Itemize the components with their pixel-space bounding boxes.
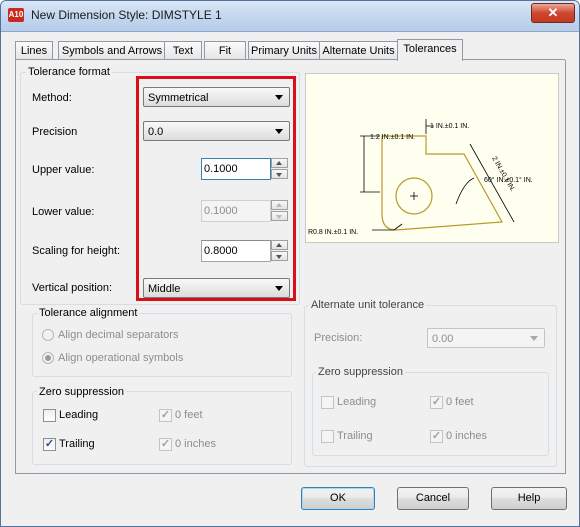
alt-zero-suppression-group <box>312 372 549 456</box>
tab-fit[interactable]: Fit <box>204 41 246 60</box>
tab-tolerances[interactable]: Tolerances <box>397 39 463 61</box>
lower-value-increment[interactable] <box>271 200 288 210</box>
method-dropdown[interactable]: Symmetrical <box>143 87 290 107</box>
title-bar[interactable]: A10 New Dimension Style: DIMSTYLE 1 ✕ <box>1 1 579 32</box>
tolerance-alignment-title: Tolerance alignment <box>37 307 140 319</box>
scaling-height-decrement[interactable] <box>271 251 288 261</box>
align-decimal-radio[interactable] <box>42 329 54 341</box>
zero-suppression-group <box>32 391 292 465</box>
zero-suppression-title: Zero suppression <box>37 386 126 398</box>
zero-feet-checkbox[interactable]: ✓ <box>159 409 172 422</box>
alt-trailing-label: Trailing <box>337 430 373 442</box>
cancel-button[interactable]: Cancel <box>397 487 469 510</box>
tab-lines[interactable]: Lines <box>15 41 53 60</box>
preview-drawing: 1 IN.±0.1 IN. 1.2 IN.±0.1 IN. 2 IN.±0.1 … <box>308 119 533 236</box>
alt-zero-inches-checkbox[interactable]: ✓ <box>430 430 443 443</box>
leading-label: Leading <box>59 409 99 421</box>
tab-primary-units[interactable]: Primary Units <box>248 41 320 60</box>
alt-precision-label: Precision: <box>314 332 363 344</box>
lower-value-input[interactable]: 0.1000 <box>201 200 271 222</box>
upper-value-increment[interactable] <box>271 158 288 168</box>
vertical-position-value: Middle <box>148 283 181 295</box>
chevron-down-icon <box>275 129 283 134</box>
close-button[interactable]: ✕ <box>531 3 575 23</box>
alt-leading-label: Leading <box>337 396 377 408</box>
zero-inches-checkbox[interactable]: ✓ <box>159 438 172 451</box>
lower-value-decrement[interactable] <box>271 211 288 221</box>
precision-dropdown[interactable]: 0.0 <box>143 121 290 141</box>
alt-trailing-checkbox[interactable] <box>321 430 334 443</box>
window-title: New Dimension Style: DIMSTYLE 1 <box>31 8 222 22</box>
zero-inches-label: 0 inches <box>175 438 216 450</box>
scaling-height-input[interactable]: 0.8000 <box>201 240 271 262</box>
alt-zero-inches-label: 0 inches <box>446 430 487 442</box>
dimension-preview: 1 IN.±0.1 IN. 1.2 IN.±0.1 IN. 2 IN.±0.1 … <box>305 73 559 243</box>
tab-alternate-units[interactable]: Alternate Units <box>319 41 398 60</box>
chevron-down-icon <box>530 336 538 341</box>
ok-button[interactable]: OK <box>301 487 375 510</box>
align-operational-label: Align operational symbols <box>58 352 184 364</box>
alt-zero-feet-checkbox[interactable]: ✓ <box>430 396 443 409</box>
help-button[interactable]: Help <box>491 487 567 510</box>
alternate-tolerance-title: Alternate unit tolerance <box>309 299 427 311</box>
preview-dim-left: 1.2 IN.±0.1 IN. <box>370 134 415 141</box>
trailing-label: Trailing <box>59 438 95 450</box>
align-operational-radio[interactable] <box>42 352 54 364</box>
trailing-checkbox[interactable]: ✓ <box>43 438 56 451</box>
method-value: Symmetrical <box>148 92 209 104</box>
upper-value-label: Upper value: <box>32 164 95 176</box>
dialog-window: A10 New Dimension Style: DIMSTYLE 1 ✕ Li… <box>0 0 580 527</box>
alt-precision-dropdown[interactable]: 0.00 <box>427 328 545 348</box>
vertical-position-label: Vertical position: <box>32 282 113 294</box>
tolerance-alignment-group <box>32 313 292 377</box>
tolerance-format-title: Tolerance format <box>26 66 112 78</box>
chevron-down-icon <box>275 286 283 291</box>
scaling-height-label: Scaling for height: <box>32 245 121 257</box>
scaling-height-increment[interactable] <box>271 240 288 250</box>
zero-feet-label: 0 feet <box>175 409 203 421</box>
method-label: Method: <box>32 92 72 104</box>
preview-dim-top: 1 IN.±0.1 IN. <box>430 123 469 130</box>
alt-zero-feet-label: 0 feet <box>446 396 474 408</box>
upper-value-decrement[interactable] <box>271 169 288 179</box>
alt-zero-suppression-title: Zero suppression <box>316 366 405 378</box>
preview-dim-angle: 60° IN.±0.1° IN. <box>484 176 533 184</box>
tab-symbols-and-arrows[interactable]: Symbols and Arrows <box>58 41 166 60</box>
alt-precision-value: 0.00 <box>432 333 454 345</box>
precision-label: Precision <box>32 126 78 138</box>
leading-checkbox[interactable] <box>43 409 56 422</box>
alt-leading-checkbox[interactable] <box>321 396 334 409</box>
upper-value-spinner[interactable]: 0.1000 <box>201 158 289 180</box>
precision-value: 0.0 <box>148 126 164 138</box>
upper-value-input[interactable]: 0.1000 <box>201 158 271 180</box>
scaling-height-spinner[interactable]: 0.8000 <box>201 240 289 262</box>
vertical-position-dropdown[interactable]: Middle <box>143 278 290 298</box>
chevron-down-icon <box>275 95 283 100</box>
tab-text[interactable]: Text <box>164 41 202 60</box>
lower-value-spinner[interactable]: 0.1000 <box>201 200 289 222</box>
align-decimal-label: Align decimal separators <box>58 329 179 341</box>
autocad-app-icon: A10 <box>8 8 24 22</box>
lower-value-label: Lower value: <box>32 206 95 218</box>
preview-dim-radius: R0.8 IN.±0.1 IN. <box>308 229 358 236</box>
